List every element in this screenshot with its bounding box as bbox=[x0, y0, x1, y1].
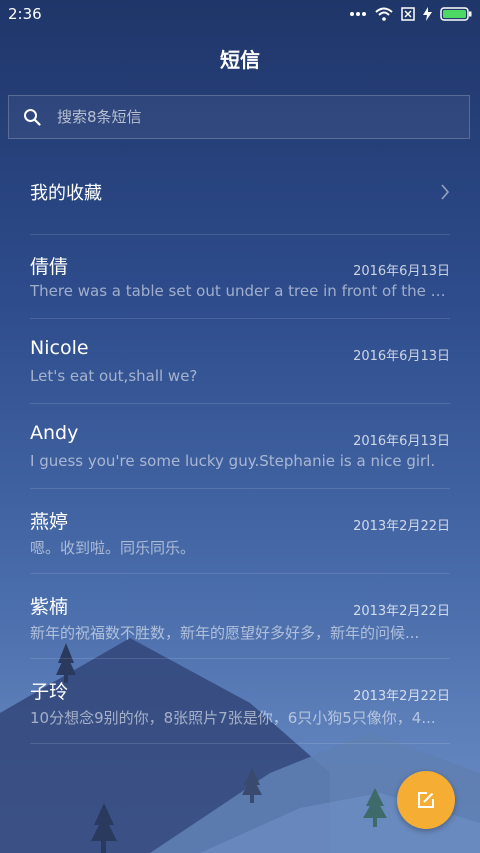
contact-name: 燕婷 bbox=[30, 511, 69, 533]
search-icon bbox=[24, 109, 41, 126]
compose-button[interactable] bbox=[397, 771, 455, 829]
battery-icon bbox=[440, 7, 472, 21]
conversation-row[interactable]: 倩倩 2016年6月13日 There was a table set out … bbox=[30, 234, 450, 319]
more-dots-icon bbox=[350, 12, 366, 16]
conversation-row[interactable]: 紫楠 2013年2月22日 新年的祝福数不胜数，新年的愿望好多好多，新年的问候.… bbox=[30, 574, 450, 659]
message-preview: 10分想念9别的你，8张照片7张是你，6只小狗5只像你，4... bbox=[30, 709, 436, 727]
compose-icon bbox=[418, 792, 434, 808]
message-preview: 嗯。收到啦。同乐同乐。 bbox=[30, 539, 196, 557]
message-date: 2013年2月22日 bbox=[353, 689, 450, 704]
message-preview: There was a table set out under a tree i… bbox=[30, 282, 450, 300]
charging-icon bbox=[423, 7, 432, 21]
message-date: 2016年6月13日 bbox=[353, 264, 450, 279]
search-input[interactable] bbox=[55, 107, 469, 127]
contact-name: Nicole bbox=[30, 337, 89, 359]
status-bar: 2:36 bbox=[0, 0, 480, 28]
message-preview: I guess you're some lucky guy.Stephanie … bbox=[30, 452, 436, 470]
conversation-row[interactable]: Andy 2016年6月13日 I guess you're some luck… bbox=[30, 404, 450, 489]
message-date: 2016年6月13日 bbox=[353, 349, 450, 364]
conversation-list: 倩倩 2016年6月13日 There was a table set out … bbox=[30, 234, 450, 744]
message-preview: Let's eat out,shall we? bbox=[30, 367, 198, 385]
contact-name: Andy bbox=[30, 422, 79, 444]
contact-name: 倩倩 bbox=[30, 256, 69, 278]
message-date: 2016年6月13日 bbox=[353, 434, 450, 449]
favorites-label: 我的收藏 bbox=[30, 183, 102, 204]
favorites-entry[interactable]: 我的收藏 bbox=[30, 150, 450, 235]
message-date: 2013年2月22日 bbox=[353, 604, 450, 619]
conversation-row[interactable]: 子玲 2013年2月22日 10分想念9别的你，8张照片7张是你，6只小狗5只像… bbox=[30, 659, 450, 744]
contact-name: 紫楠 bbox=[30, 596, 69, 618]
page-title: 短信 bbox=[220, 48, 260, 72]
conversation-row[interactable]: Nicole 2016年6月13日 Let's eat out,shall we… bbox=[30, 319, 450, 404]
no-sim-icon bbox=[401, 7, 415, 21]
message-date: 2013年2月22日 bbox=[353, 519, 450, 534]
contact-name: 子玲 bbox=[30, 681, 69, 703]
status-time: 2:36 bbox=[8, 5, 42, 23]
wifi-icon bbox=[375, 7, 393, 21]
conversation-row[interactable]: 燕婷 2013年2月22日 嗯。收到啦。同乐同乐。 bbox=[30, 489, 450, 574]
message-preview: 新年的祝福数不胜数，新年的愿望好多好多，新年的问候... bbox=[30, 624, 420, 642]
search-bar[interactable] bbox=[8, 95, 470, 139]
chevron-right-icon bbox=[441, 184, 450, 200]
